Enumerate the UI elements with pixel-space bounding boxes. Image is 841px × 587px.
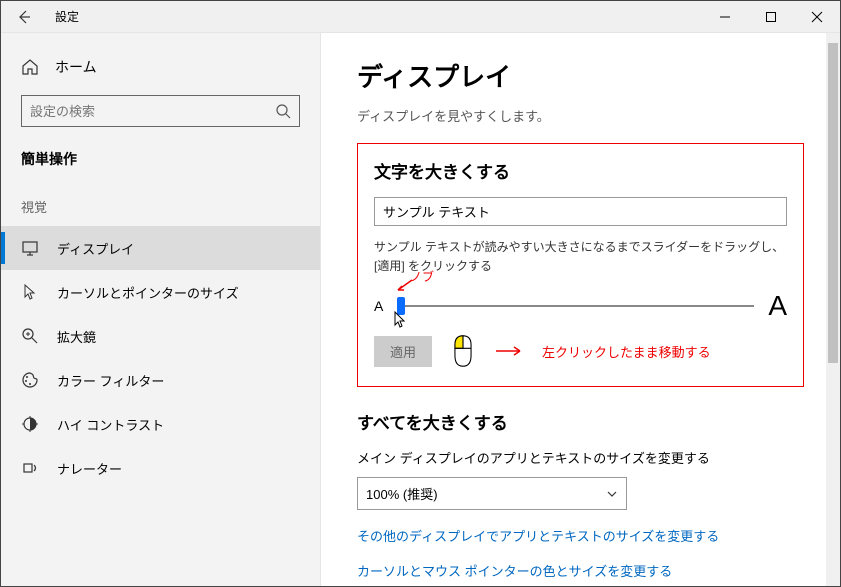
- scrollbar[interactable]: [826, 33, 840, 586]
- sidebar-item-label: カラー フィルター: [57, 371, 164, 390]
- home-icon: [21, 58, 39, 76]
- narrator-icon: [21, 459, 39, 477]
- drag-arrow-icon: [494, 345, 524, 357]
- knob-annotation-arrow-icon: [394, 278, 414, 294]
- contrast-icon: [21, 415, 39, 433]
- slider-track[interactable]: [397, 305, 754, 307]
- text-size-slider[interactable]: ノブ A A: [374, 290, 787, 322]
- sidebar-item-label: ナレーター: [57, 459, 122, 478]
- close-button[interactable]: [794, 1, 840, 33]
- scale-heading: すべてを大きくする: [357, 409, 804, 434]
- scrollbar-thumb[interactable]: [828, 43, 838, 363]
- home-label: ホーム: [55, 57, 97, 77]
- drag-annotation-label: 左クリックしたまま移動する: [542, 342, 711, 361]
- scale-select[interactable]: 100% (推奨): [357, 477, 627, 510]
- link-cursor-color[interactable]: カーソルとマウス ポインターの色とサイズを変更する: [357, 561, 804, 580]
- arrow-left-icon: [16, 9, 32, 25]
- sidebar-item-narrator[interactable]: ナレーター: [1, 446, 320, 490]
- home-nav[interactable]: ホーム: [1, 51, 320, 95]
- text-size-heading: 文字を大きくする: [374, 158, 787, 183]
- scale-label: メイン ディスプレイのアプリとテキストのサイズを変更する: [357, 448, 804, 467]
- slider-helper-text: サンプル テキストが読みやすい大きさになるまでスライダーをドラッグし、[適用] …: [374, 238, 787, 276]
- search-box[interactable]: [21, 95, 300, 127]
- slider-min-label: A: [374, 298, 383, 314]
- mouse-illustration-icon: [450, 334, 476, 368]
- sidebar-item-label: カーソルとポインターのサイズ: [57, 283, 239, 302]
- page-subtitle: ディスプレイを見やすくします。: [357, 106, 804, 125]
- back-button[interactable]: [1, 1, 47, 33]
- sidebar-item-cursor[interactable]: カーソルとポインターのサイズ: [1, 270, 320, 314]
- window-title: 設定: [47, 8, 79, 25]
- cursor-icon: [21, 283, 39, 301]
- maximize-icon: [765, 11, 777, 23]
- maximize-button[interactable]: [748, 1, 794, 33]
- titlebar: 設定: [1, 1, 840, 33]
- scale-selected-value: 100% (推奨): [366, 484, 438, 503]
- window-controls: [702, 1, 840, 33]
- magnifier-icon: [21, 327, 39, 345]
- search-icon: [275, 103, 291, 119]
- content-area: ディスプレイ ディスプレイを見やすくします。 文字を大きくする サンプル テキス…: [321, 33, 840, 586]
- monitor-icon: [21, 239, 39, 257]
- sidebar: ホーム 簡単操作 視覚 ディスプレイ カーソルとポインターのサイズ: [1, 33, 321, 586]
- chevron-down-icon: [606, 488, 618, 500]
- sidebar-item-display[interactable]: ディスプレイ: [1, 226, 320, 270]
- annotation-box: 文字を大きくする サンプル テキストが読みやすい大きさになるまでスライダーをドラ…: [357, 143, 804, 387]
- slider-max-label: A: [768, 290, 787, 322]
- sample-text-input[interactable]: [374, 197, 787, 226]
- apply-button[interactable]: 適用: [374, 336, 432, 367]
- apply-row: 適用 左クリックしたまま移動する: [374, 334, 787, 368]
- group-visual-label: 視覚: [1, 183, 320, 226]
- link-other-displays[interactable]: その他のディスプレイでアプリとテキストのサイズを変更する: [357, 526, 804, 545]
- palette-icon: [21, 371, 39, 389]
- close-icon: [811, 11, 823, 23]
- sidebar-item-high-contrast[interactable]: ハイ コントラスト: [1, 402, 320, 446]
- search-input[interactable]: [30, 104, 275, 119]
- settings-window: 設定 ホーム 簡単操作: [0, 0, 841, 587]
- sidebar-item-label: 拡大鏡: [57, 327, 96, 346]
- page-title: ディスプレイ: [357, 57, 804, 94]
- section-title: 簡単操作: [1, 149, 320, 183]
- mouse-cursor-icon: [393, 311, 407, 329]
- minimize-button[interactable]: [702, 1, 748, 33]
- sidebar-item-label: ディスプレイ: [57, 239, 134, 258]
- sidebar-item-label: ハイ コントラスト: [57, 415, 164, 434]
- minimize-icon: [719, 11, 731, 23]
- sidebar-item-color-filter[interactable]: カラー フィルター: [1, 358, 320, 402]
- sidebar-item-magnifier[interactable]: 拡大鏡: [1, 314, 320, 358]
